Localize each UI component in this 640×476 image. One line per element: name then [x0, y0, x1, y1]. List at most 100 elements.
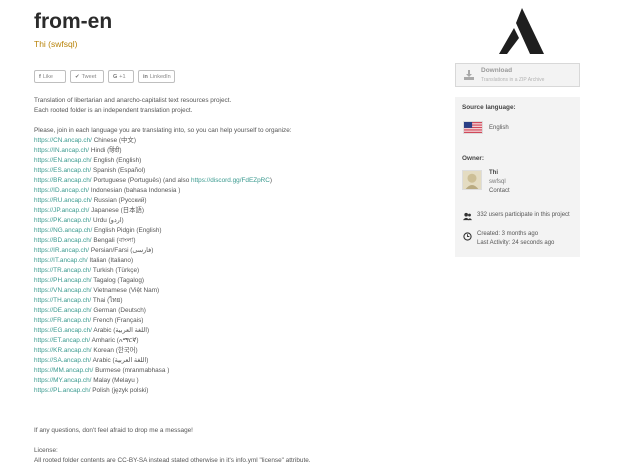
discord-link[interactable]: https://discord.gg/FdEZpRC: [191, 177, 270, 184]
language-list-item: https://TR.ancap.ch/ Turkish (Türkçe): [34, 266, 424, 276]
language-list-item: https://ET.ancap.ch/ Amharic (አማርኛ): [34, 336, 424, 346]
language-list-item: https://PK.ancap.ch/ Urdu (اردو): [34, 216, 424, 226]
license-heading: License:: [34, 447, 58, 454]
language-list-item: https://ES.ancap.ch/ Spanish (Español): [34, 166, 424, 176]
language-link[interactable]: https://MM.ancap.ch/: [34, 367, 93, 374]
facebook-like-button[interactable]: f Like: [34, 70, 66, 83]
language-name-suffix: ): [269, 177, 273, 184]
description-line: Translation of libertarian and anarcho-c…: [34, 97, 232, 104]
language-list-item: https://TH.ancap.ch/ Thai (ไทย): [34, 296, 424, 306]
language-link[interactable]: https://IN.ancap.ch/: [34, 147, 89, 154]
language-link[interactable]: https://PK.ancap.ch/: [34, 217, 91, 224]
owner-heading: Owner:: [462, 155, 485, 162]
language-name: Arabic (اللغة العربية): [93, 327, 150, 334]
google-plus-button[interactable]: G +1: [108, 70, 134, 83]
language-link[interactable]: https://VN.ancap.ch/: [34, 287, 92, 294]
language-name: French (Français): [92, 317, 144, 324]
language-list-item: https://ID.ancap.ch/ Indonesian (bahasa …: [34, 186, 424, 196]
linkedin-button[interactable]: in LinkedIn: [138, 70, 175, 83]
language-name: German (Deutsch): [93, 307, 146, 314]
participants-count: 332 users participate in this project: [477, 212, 570, 218]
project-description: Translation of libertarian and anarcho-c…: [34, 96, 424, 466]
questions-note: If any questions, don't feel afraid to d…: [34, 427, 193, 434]
language-list-item: https://CN.ancap.ch/ Chinese (中文): [34, 136, 424, 146]
language-name: English Pidgin (English): [94, 227, 162, 234]
language-link[interactable]: https://EG.ancap.ch/: [34, 327, 92, 334]
users-icon: [463, 212, 472, 221]
language-list-item: https://IT.ancap.ch/ Italian (Italiano): [34, 256, 424, 266]
language-name: Russian (Русский): [93, 197, 147, 204]
language-name: Spanish (Español): [92, 167, 146, 174]
language-name: Thai (ไทย): [92, 297, 123, 304]
language-link[interactable]: https://RU.ancap.ch/: [34, 197, 92, 204]
language-link[interactable]: https://ES.ancap.ch/: [34, 167, 91, 174]
project-owner-link[interactable]: Thi (swfsql): [34, 39, 77, 49]
language-list-item: https://IR.ancap.ch/ Persian/Farsi (فارس…: [34, 246, 424, 256]
project-info-panel: Source language: English Owner: Thi swfs…: [455, 97, 580, 257]
description-line: Each rooted folder is an independent tra…: [34, 107, 193, 114]
twitter-icon: ✔: [75, 73, 80, 80]
tweet-button[interactable]: ✔ Tweet: [70, 70, 104, 83]
contact-link[interactable]: Contact: [489, 188, 510, 194]
language-link[interactable]: https://BR.ancap.ch/: [34, 177, 92, 184]
owner-avatar[interactable]: [462, 170, 482, 190]
language-list-item: https://PL.ancap.ch/ Polish (język polsk…: [34, 386, 424, 396]
language-link[interactable]: https://PH.ancap.ch/: [34, 277, 92, 284]
language-list-item: https://NG.ancap.ch/ English Pidgin (Eng…: [34, 226, 424, 236]
language-link[interactable]: https://TR.ancap.ch/: [34, 267, 91, 274]
language-name: Malay (Melayu ): [93, 377, 139, 384]
language-link[interactable]: https://KR.ancap.ch/: [34, 347, 92, 354]
language-link[interactable]: https://IT.ancap.ch/: [34, 257, 88, 264]
download-label: Download: [481, 67, 513, 74]
language-link[interactable]: https://MY.ancap.ch/: [34, 377, 91, 384]
language-link[interactable]: https://ID.ancap.ch/: [34, 187, 89, 194]
language-link[interactable]: https://NG.ancap.ch/: [34, 227, 92, 234]
facebook-icon: f: [39, 73, 41, 80]
language-list-item: https://BD.ancap.ch/ Bengali (বাংলা): [34, 236, 424, 246]
share-buttons: f Like ✔ Tweet G +1 in LinkedIn: [34, 70, 175, 83]
language-name: Urdu (اردو): [92, 217, 124, 224]
language-name: Italian (Italiano): [89, 257, 134, 264]
join-instructions: Please, join in each language you are tr…: [34, 127, 292, 134]
language-name: Portuguese (Português) (and also: [93, 177, 192, 184]
site-logo[interactable]: [494, 8, 544, 54]
language-link[interactable]: https://CN.ancap.ch/: [34, 137, 92, 144]
linkedin-icon: in: [143, 73, 148, 80]
owner-name: Thi: [489, 170, 498, 176]
clock-icon: [463, 232, 472, 241]
language-link[interactable]: https://BD.ancap.ch/: [34, 237, 92, 244]
language-list-item: https://DE.ancap.ch/ German (Deutsch): [34, 306, 424, 316]
source-language-heading: Source language:: [462, 104, 516, 111]
language-link[interactable]: https://IR.ancap.ch/: [34, 247, 89, 254]
download-icon: [464, 70, 474, 80]
language-link[interactable]: https://SA.ancap.ch/: [34, 357, 91, 364]
language-name: Korean (한국어): [93, 347, 138, 354]
language-name: Hindi (हिंदी): [90, 147, 122, 154]
language-list-item: https://EN.ancap.ch/ English (English): [34, 156, 424, 166]
language-name: Bengali (বাংলা): [93, 237, 136, 244]
language-name: Vietnamese (Việt Nam): [93, 287, 160, 294]
download-zip-button[interactable]: Download Translations in a ZIP Archive: [455, 63, 580, 87]
license-text: All rooted folder contents are CC-BY-SA …: [34, 457, 311, 464]
language-link[interactable]: https://FR.ancap.ch/: [34, 317, 91, 324]
language-link[interactable]: https://DE.ancap.ch/: [34, 307, 92, 314]
language-list-item: https://VN.ancap.ch/ Vietnamese (Việt Na…: [34, 286, 424, 296]
language-list-item: https://PH.ancap.ch/ Tagalog (Tagalog): [34, 276, 424, 286]
language-link[interactable]: https://PL.ancap.ch/: [34, 387, 91, 394]
language-list-item: https://EG.ancap.ch/ Arabic (اللغة العرب…: [34, 326, 424, 336]
language-list-item: https://SA.ancap.ch/ Arabic (اللغة العرب…: [34, 356, 424, 366]
language-list-item: https://JP.ancap.ch/ Japanese (日本語): [34, 206, 424, 216]
language-name: Tagalog (Tagalog): [93, 277, 145, 284]
language-link[interactable]: https://EN.ancap.ch/: [34, 157, 92, 164]
language-name: Polish (język polski): [92, 387, 149, 394]
created-date: Created: 3 months ago: [477, 231, 539, 237]
language-list-item: https://FR.ancap.ch/ French (Français): [34, 316, 424, 326]
language-link[interactable]: https://JP.ancap.ch/: [34, 207, 89, 214]
language-list-item: https://MM.ancap.ch/ Burmese (mranmabhas…: [34, 366, 424, 376]
language-list-item: https://KR.ancap.ch/ Korean (한국어): [34, 346, 424, 356]
download-sublabel: Translations in a ZIP Archive: [481, 77, 545, 83]
language-link[interactable]: https://ET.ancap.ch/: [34, 337, 90, 344]
language-link[interactable]: https://TH.ancap.ch/: [34, 297, 91, 304]
google-plus-icon: G: [113, 73, 118, 80]
language-name: Chinese (中文): [93, 137, 136, 144]
